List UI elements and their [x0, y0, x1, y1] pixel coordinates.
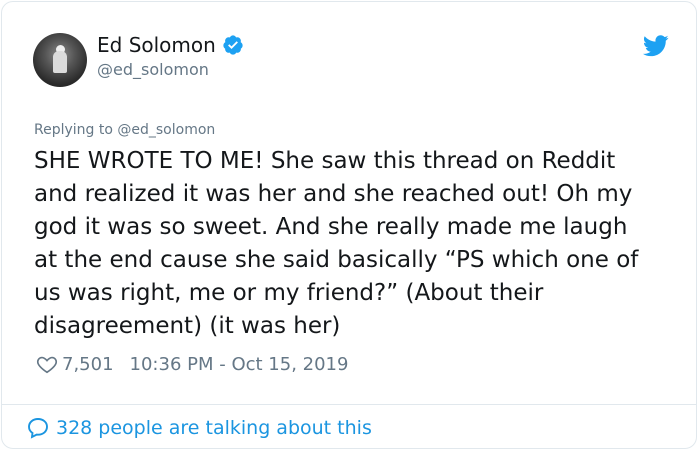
author-handle[interactable]: @ed_solomon: [97, 60, 209, 79]
avatar[interactable]: [33, 33, 87, 87]
replying-to-mention[interactable]: @ed_solomon: [117, 122, 215, 138]
avatar-body-shape: [53, 51, 67, 73]
like-count[interactable]: 7,501: [62, 354, 114, 375]
replying-to-prefix: Replying to: [34, 122, 118, 138]
talking-count-label[interactable]: 328 people are talking about this: [56, 417, 372, 439]
divider: [2, 404, 696, 405]
tweet-text: SHE WROTE TO ME! She saw this thread on …: [34, 148, 639, 339]
twitter-bird-icon[interactable]: [643, 35, 669, 57]
conversation-link[interactable]: 328 people are talking about this: [26, 416, 372, 440]
author-name-row[interactable]: Ed Solomon: [97, 33, 244, 57]
heart-icon[interactable]: [36, 353, 58, 375]
tweet-card: Ed Solomon @ed_solomon Replying to @ed_s…: [1, 1, 697, 449]
tweet-timestamp[interactable]: 10:36 PM - Oct 15, 2019: [130, 354, 349, 375]
verified-badge-icon: [223, 35, 243, 55]
tweet-meta: 7,501 10:36 PM - Oct 15, 2019: [36, 353, 348, 375]
speech-bubble-icon: [28, 418, 48, 439]
replying-to: Replying to @ed_solomon: [34, 122, 215, 138]
author-name[interactable]: Ed Solomon: [97, 33, 216, 57]
